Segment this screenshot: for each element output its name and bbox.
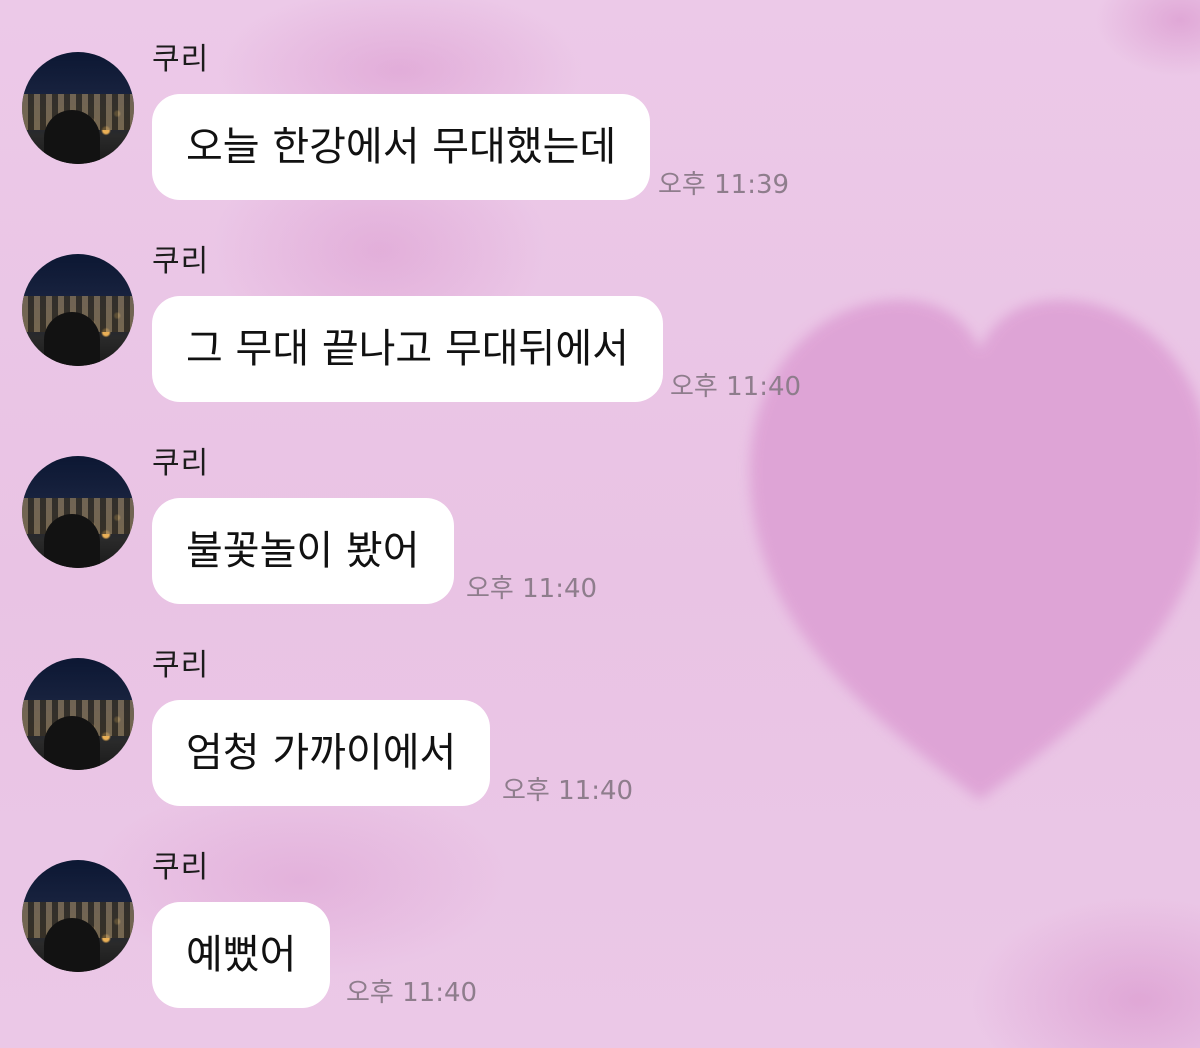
message-timestamp: 오후 11:40 [502, 776, 634, 806]
sender-name: 쿠리 [152, 446, 210, 481]
avatar-person-silhouette [44, 514, 100, 568]
avatar-person-silhouette [44, 110, 100, 164]
avatar-person-silhouette [44, 716, 100, 770]
message-timestamp: 오후 11:39 [658, 170, 790, 200]
chat-message: 쿠리 오늘 한강에서 무대했는데 오후 11:39 [0, 0, 1200, 200]
sender-name: 쿠리 [152, 648, 210, 683]
sender-name: 쿠리 [152, 42, 210, 77]
avatar[interactable] [22, 860, 134, 972]
chat-message: 쿠리 불꽃놀이 봤어 오후 11:40 [0, 404, 1200, 604]
message-bubble[interactable]: 그 무대 끝나고 무대뒤에서 [152, 296, 663, 402]
chat-message: 쿠리 예뻤어 오후 11:40 [0, 808, 1200, 1008]
sender-name: 쿠리 [152, 850, 210, 885]
avatar-person-silhouette [44, 918, 100, 972]
message-bubble[interactable]: 예뻤어 [152, 902, 331, 1008]
avatar[interactable] [22, 456, 134, 568]
message-bubble[interactable]: 오늘 한강에서 무대했는데 [152, 94, 651, 200]
avatar[interactable] [22, 658, 134, 770]
chat-message: 쿠리 그 무대 끝나고 무대뒤에서 오후 11:40 [0, 202, 1200, 402]
message-bubble[interactable]: 엄청 가까이에서 [152, 700, 491, 806]
message-timestamp: 오후 11:40 [346, 978, 478, 1008]
message-timestamp: 오후 11:40 [466, 574, 598, 604]
chat-message: 쿠리 엄청 가까이에서 오후 11:40 [0, 606, 1200, 806]
avatar[interactable] [22, 52, 134, 164]
avatar[interactable] [22, 254, 134, 366]
message-timestamp: 오후 11:40 [670, 372, 802, 402]
avatar-person-silhouette [44, 312, 100, 366]
chat-message-list[interactable]: 쿠리 오늘 한강에서 무대했는데 오후 11:39 쿠리 그 무대 끝나고 무대… [0, 0, 1200, 1048]
message-bubble[interactable]: 불꽃놀이 봤어 [152, 498, 454, 604]
sender-name: 쿠리 [152, 244, 210, 279]
